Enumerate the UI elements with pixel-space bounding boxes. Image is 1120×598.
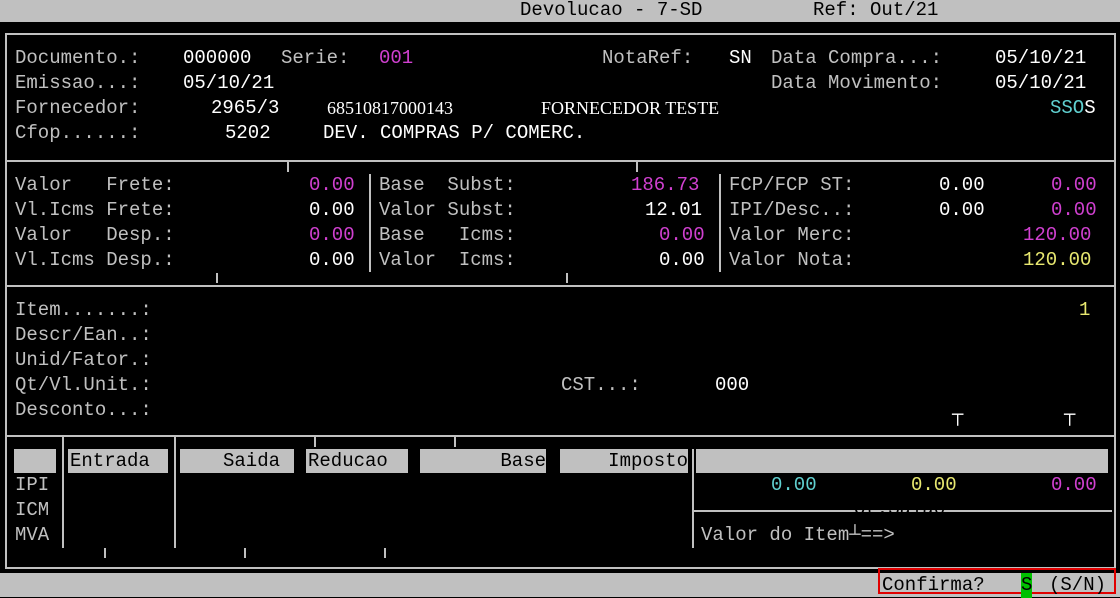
base-subst-value[interactable]: 186.73 (631, 173, 699, 198)
tick (636, 162, 638, 172)
cfop-description: DEV. COMPRAS P/ COMERC. (323, 122, 586, 144)
valor-frete-label: Valor Frete: (15, 174, 175, 196)
grid-header-entrada: Entrada (68, 449, 168, 473)
base-icms-value[interactable]: 0.00 (659, 223, 705, 248)
qt-troca-header: Qt.Troca (994, 522, 1086, 544)
emissao-label: Emissao...: (15, 72, 141, 94)
valor-icms-label: Valor Icms: (379, 249, 516, 271)
tick (566, 273, 568, 283)
documento-value[interactable]: 000000 (183, 46, 251, 71)
fornecedor-label: Fornecedor: (15, 97, 141, 119)
valor-nota-label: Valor Nota: (729, 249, 855, 271)
cst-value[interactable]: 000 (715, 373, 749, 398)
data-movimento-value[interactable]: 05/10/21 (995, 71, 1086, 96)
data-compra-label: Data Compra...: (771, 47, 943, 69)
valor-item-label: Valor do Item┴==> (701, 524, 895, 546)
valor-icms-value[interactable]: 0.00 (659, 248, 705, 273)
grid-col-divider (174, 437, 176, 548)
qt-salao-value[interactable]: 0.00 (911, 473, 957, 498)
confirm-label: Confirma? (882, 574, 985, 596)
tick (454, 437, 456, 447)
row-mva: MVA (15, 524, 50, 546)
vlicms-desp-value[interactable]: 0.00 (309, 248, 355, 273)
grid-header-blank (14, 449, 56, 473)
title-bar: Devolucao - 7-SD Ref: Out/21 (0, 0, 1120, 22)
unid-fator-label: Unid/Fator.: (15, 349, 152, 371)
valor-merc-value: 120.00 (1023, 224, 1092, 246)
base-icms-label: Base Icms: (379, 224, 516, 246)
fcp-value-b[interactable]: 0.00 (1051, 173, 1097, 198)
tick (314, 437, 316, 447)
t-mark: ┬ (1064, 404, 1076, 426)
row-icm: ICM (15, 499, 50, 521)
valor-nota-value: 120.00 (1023, 249, 1092, 271)
t-mark: ┬ (952, 404, 964, 426)
base-subst-label: Base Subst: (379, 174, 516, 196)
valor-desp-label: Valor Desp.: (15, 224, 175, 246)
qt-header-bar: Qt.Depos Qt.Salao Qt.Troca (696, 449, 1108, 544)
fornecedor-code[interactable]: 2965/3 (211, 96, 279, 121)
emissao-value[interactable]: 05/10/21 (183, 71, 274, 96)
desconto-label: Desconto...: (15, 399, 152, 421)
divider-header (7, 160, 1114, 162)
grid-header-saida: Saida (180, 449, 294, 473)
row-ipi: IPI (15, 474, 50, 496)
valor-subst-label: Valor Subst: (379, 199, 516, 221)
fornecedor-cnpj: 68510817000143 (327, 98, 453, 118)
qt-troca-value[interactable]: 0.00 (1051, 473, 1097, 498)
tick (384, 548, 386, 558)
notaref-value[interactable]: SN (729, 46, 752, 71)
qt-depos-value[interactable]: 0.00 (771, 473, 817, 498)
item-number[interactable]: 1 (1079, 298, 1090, 323)
item-label: Item.......: (15, 299, 152, 321)
vlicms-frete-label: Vl.Icms Frete: (15, 199, 175, 221)
tick (104, 548, 106, 558)
valor-merc-label: Valor Merc: (729, 224, 855, 246)
qt-salao-header: Qt.Salao (854, 498, 946, 520)
grid-header-base: Base (420, 449, 546, 473)
ipi-desc-label: IPI/Desc..: (729, 199, 855, 221)
totals-col-divider (369, 174, 371, 272)
divider-totals (7, 285, 1114, 287)
valor-subst-value[interactable]: 12.01 (645, 198, 702, 223)
ipi-desc-value-a[interactable]: 0.00 (939, 198, 985, 223)
documento-label: Documento.: (15, 47, 141, 69)
grid-header-reducao: Reducao (306, 449, 408, 473)
confirm-input[interactable]: S (1021, 573, 1033, 598)
fornecedor-name: FORNECEDOR TESTE (541, 98, 720, 118)
fcp-value-a[interactable]: 0.00 (939, 173, 985, 198)
grid-header-imposto: Imposto (560, 449, 688, 473)
serie-value[interactable]: 001 (379, 46, 413, 71)
vlicms-desp-label: Vl.Icms Desp.: (15, 249, 175, 271)
serie-label: Serie: (281, 47, 350, 69)
tick (244, 548, 246, 558)
window-title: Devolucao - 7-SD (520, 0, 703, 21)
notaref-label: NotaRef: (602, 47, 694, 69)
totals-col-divider (719, 174, 721, 272)
tick (216, 273, 218, 283)
qt-vlunit-label: Qt/Vl.Unit.: (15, 374, 152, 396)
grid-col-divider (62, 437, 64, 548)
confirm-options: (S/N) (1049, 574, 1107, 596)
data-compra-value[interactable]: 05/10/21 (995, 46, 1086, 71)
valor-frete-value[interactable]: 0.00 (309, 173, 355, 198)
grid-col-divider (692, 449, 694, 548)
data-movimento-label: Data Movimento: (771, 72, 943, 94)
descr-ean-label: Descr/Ean..: (15, 324, 152, 346)
tick (287, 162, 289, 172)
vlicms-frete-value[interactable]: 0.00 (309, 198, 355, 223)
ipi-desc-value-b[interactable]: 0.00 (1051, 198, 1097, 223)
reference-label: Ref: Out/21 (813, 0, 939, 21)
cfop-label: Cfop......: (15, 122, 141, 144)
cst-label: CST...: (561, 374, 641, 396)
cfop-value[interactable]: 5202 (225, 121, 271, 146)
ssos-indicator: SSOS (1050, 97, 1096, 119)
valor-desp-value[interactable]: 0.00 (309, 223, 355, 248)
fcp-label: FCP/FCP ST: (729, 174, 855, 196)
